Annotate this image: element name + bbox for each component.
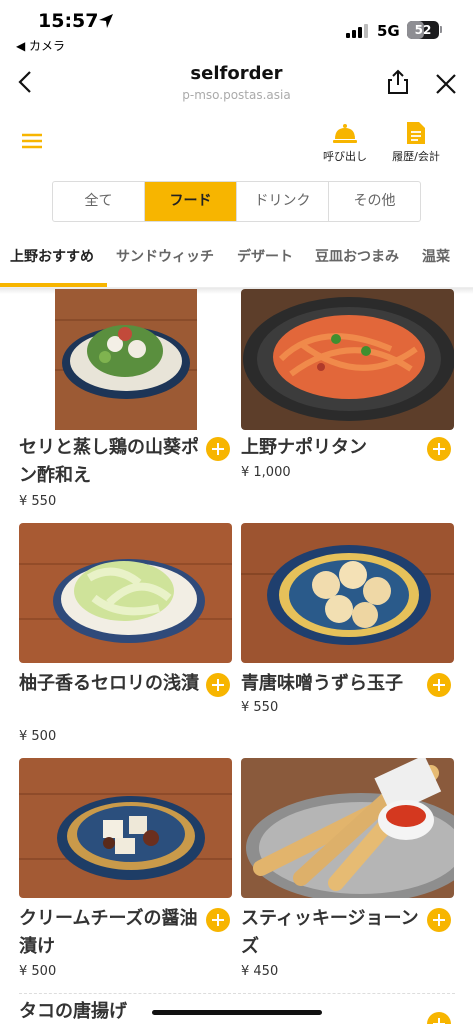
add-to-cart-button[interactable] [427, 673, 451, 697]
menu-item[interactable] [241, 758, 455, 898]
item-photo [241, 523, 454, 663]
tab-food[interactable]: フード [145, 182, 237, 221]
section-divider [19, 993, 455, 994]
add-to-cart-button[interactable] [206, 908, 230, 932]
item-name[interactable]: 青唐味噌うずら玉子 [241, 670, 426, 698]
item-price: ¥ 1,000 [241, 465, 291, 480]
tab-drink[interactable]: ドリンク [237, 182, 329, 221]
category-tabs: 上野おすすめ サンドウィッチ デザート 豆皿おつまみ 温菜 [0, 232, 473, 288]
category-ueno-recommend[interactable]: 上野おすすめ [10, 246, 94, 266]
category-dessert[interactable]: デザート [237, 246, 293, 266]
item-photo [19, 758, 232, 898]
tab-other[interactable]: その他 [329, 182, 420, 221]
network-type: 5G [377, 22, 400, 40]
add-to-cart-button[interactable] [427, 1012, 451, 1024]
location-arrow-icon [99, 14, 113, 28]
add-to-cart-button[interactable] [206, 673, 230, 697]
add-to-cart-button[interactable] [427, 908, 451, 932]
item-name[interactable]: セリと蒸し鶏の山葵ポン酢和え [19, 434, 204, 490]
call-staff-button[interactable]: 呼び出し [310, 120, 380, 164]
item-price: ¥ 550 [19, 494, 57, 509]
menu-item[interactable] [19, 523, 233, 663]
service-bell-icon [333, 124, 357, 143]
clock: 15:57 [38, 10, 99, 32]
item-name[interactable]: スティッキージョーンズ [241, 905, 426, 961]
status-bar: 15:57 ◀ カメラ 5G 52 [0, 0, 473, 56]
home-indicator [152, 1010, 322, 1015]
menu-type-tabs: 全て フード ドリンク その他 [52, 181, 421, 222]
item-name[interactable]: 上野ナポリタン [241, 434, 426, 462]
back-to-app-link[interactable]: ◀ カメラ [16, 37, 65, 54]
menu-item[interactable] [241, 289, 455, 430]
add-to-cart-button[interactable] [206, 437, 230, 461]
category-small-plates[interactable]: 豆皿おつまみ [315, 246, 399, 266]
close-icon[interactable] [432, 70, 460, 98]
menu-item[interactable] [19, 758, 233, 898]
add-to-cart-button[interactable] [427, 437, 451, 461]
item-price: ¥ 500 [19, 729, 57, 744]
item-name[interactable]: クリームチーズの醤油漬け [19, 905, 204, 961]
item-name[interactable]: 柚子香るセロリの浅漬 [19, 670, 204, 698]
hamburger-menu-icon[interactable] [18, 128, 46, 152]
item-price: ¥ 450 [241, 964, 279, 979]
receipt-icon [407, 122, 425, 144]
item-price: ¥ 500 [19, 964, 57, 979]
item-photo [241, 758, 454, 898]
battery-icon: 52 [407, 21, 439, 39]
item-price: ¥ 550 [241, 700, 279, 715]
history-checkout-button[interactable]: 履歴/会計 [381, 120, 451, 164]
category-hot-dishes[interactable]: 温菜 [422, 246, 450, 266]
item-photo [55, 289, 197, 430]
menu-item[interactable] [55, 289, 269, 430]
call-staff-label: 呼び出し [323, 150, 367, 163]
browser-header: selforder p-mso.postas.asia [0, 56, 473, 112]
item-photo [241, 289, 454, 430]
cellular-signal-icon [346, 24, 370, 38]
category-sandwich[interactable]: サンドウィッチ [116, 246, 214, 266]
tab-all[interactable]: 全て [53, 182, 145, 221]
history-checkout-label: 履歴/会計 [392, 150, 440, 163]
menu-item[interactable] [241, 523, 455, 663]
share-icon[interactable] [384, 68, 412, 96]
item-photo [19, 523, 232, 663]
battery-level: 52 [414, 23, 432, 37]
